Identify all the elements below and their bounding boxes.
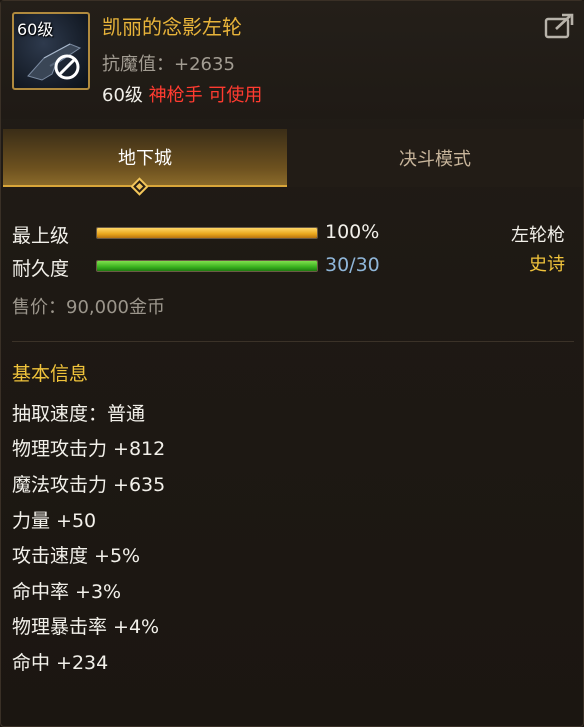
upgrade-value: 100%	[325, 221, 380, 243]
stat-line: 攻击速度 +5%	[12, 545, 141, 567]
mode-tabs: 地下城 决斗模式	[1, 129, 584, 191]
item-tooltip: 60级 凯丽的念影左轮 抗魔值：+2635 60级 神枪手 可使用 地下城 决斗…	[0, 0, 584, 727]
stat-line: 命中率 +3%	[12, 581, 122, 603]
basic-info-title: 基本信息	[12, 363, 89, 385]
requirement: 60级 神枪手 可使用	[102, 81, 262, 107]
durability-value: 30/30	[325, 254, 380, 276]
magic-resist: 抗魔值：+2635	[102, 54, 235, 75]
required-class: 神枪手 可使用	[148, 85, 263, 106]
durability-bar-fill	[97, 261, 317, 271]
stat-line: 力量 +50	[12, 510, 97, 532]
sell-price: 售价：90,000金币	[12, 297, 165, 318]
item-name: 凯丽的念影左轮	[102, 15, 242, 39]
item-header: 60级 凯丽的念影左轮 抗魔值：+2635 60级 神枪手 可使用	[1, 1, 584, 119]
stat-line: 命中 +234	[12, 652, 109, 674]
required-level: 60级	[102, 85, 143, 106]
item-icon-frame[interactable]: 60级	[12, 12, 90, 90]
tab-dungeon[interactable]: 地下城	[3, 129, 287, 187]
upgrade-label: 最上级	[12, 225, 70, 247]
stat-line: 魔法攻击力 +635	[12, 474, 166, 496]
upgrade-bar	[96, 227, 318, 239]
stat-line: 物理暴击率 +4%	[12, 616, 160, 638]
icon-level-tag: 60级	[17, 20, 54, 39]
upgrade-bar-fill	[97, 228, 317, 238]
durability-label: 耐久度	[12, 258, 70, 280]
durability-bar	[96, 260, 318, 272]
divider	[12, 341, 574, 342]
no-entry-icon	[54, 54, 80, 80]
share-icon[interactable]	[544, 13, 574, 39]
stat-line: 抽取速度：普通	[12, 403, 146, 425]
rarity-badge: 史诗	[529, 254, 565, 275]
weapon-type: 左轮枪	[511, 225, 565, 246]
tab-duel[interactable]: 决斗模式	[287, 129, 583, 187]
stat-line: 物理攻击力 +812	[12, 438, 166, 460]
